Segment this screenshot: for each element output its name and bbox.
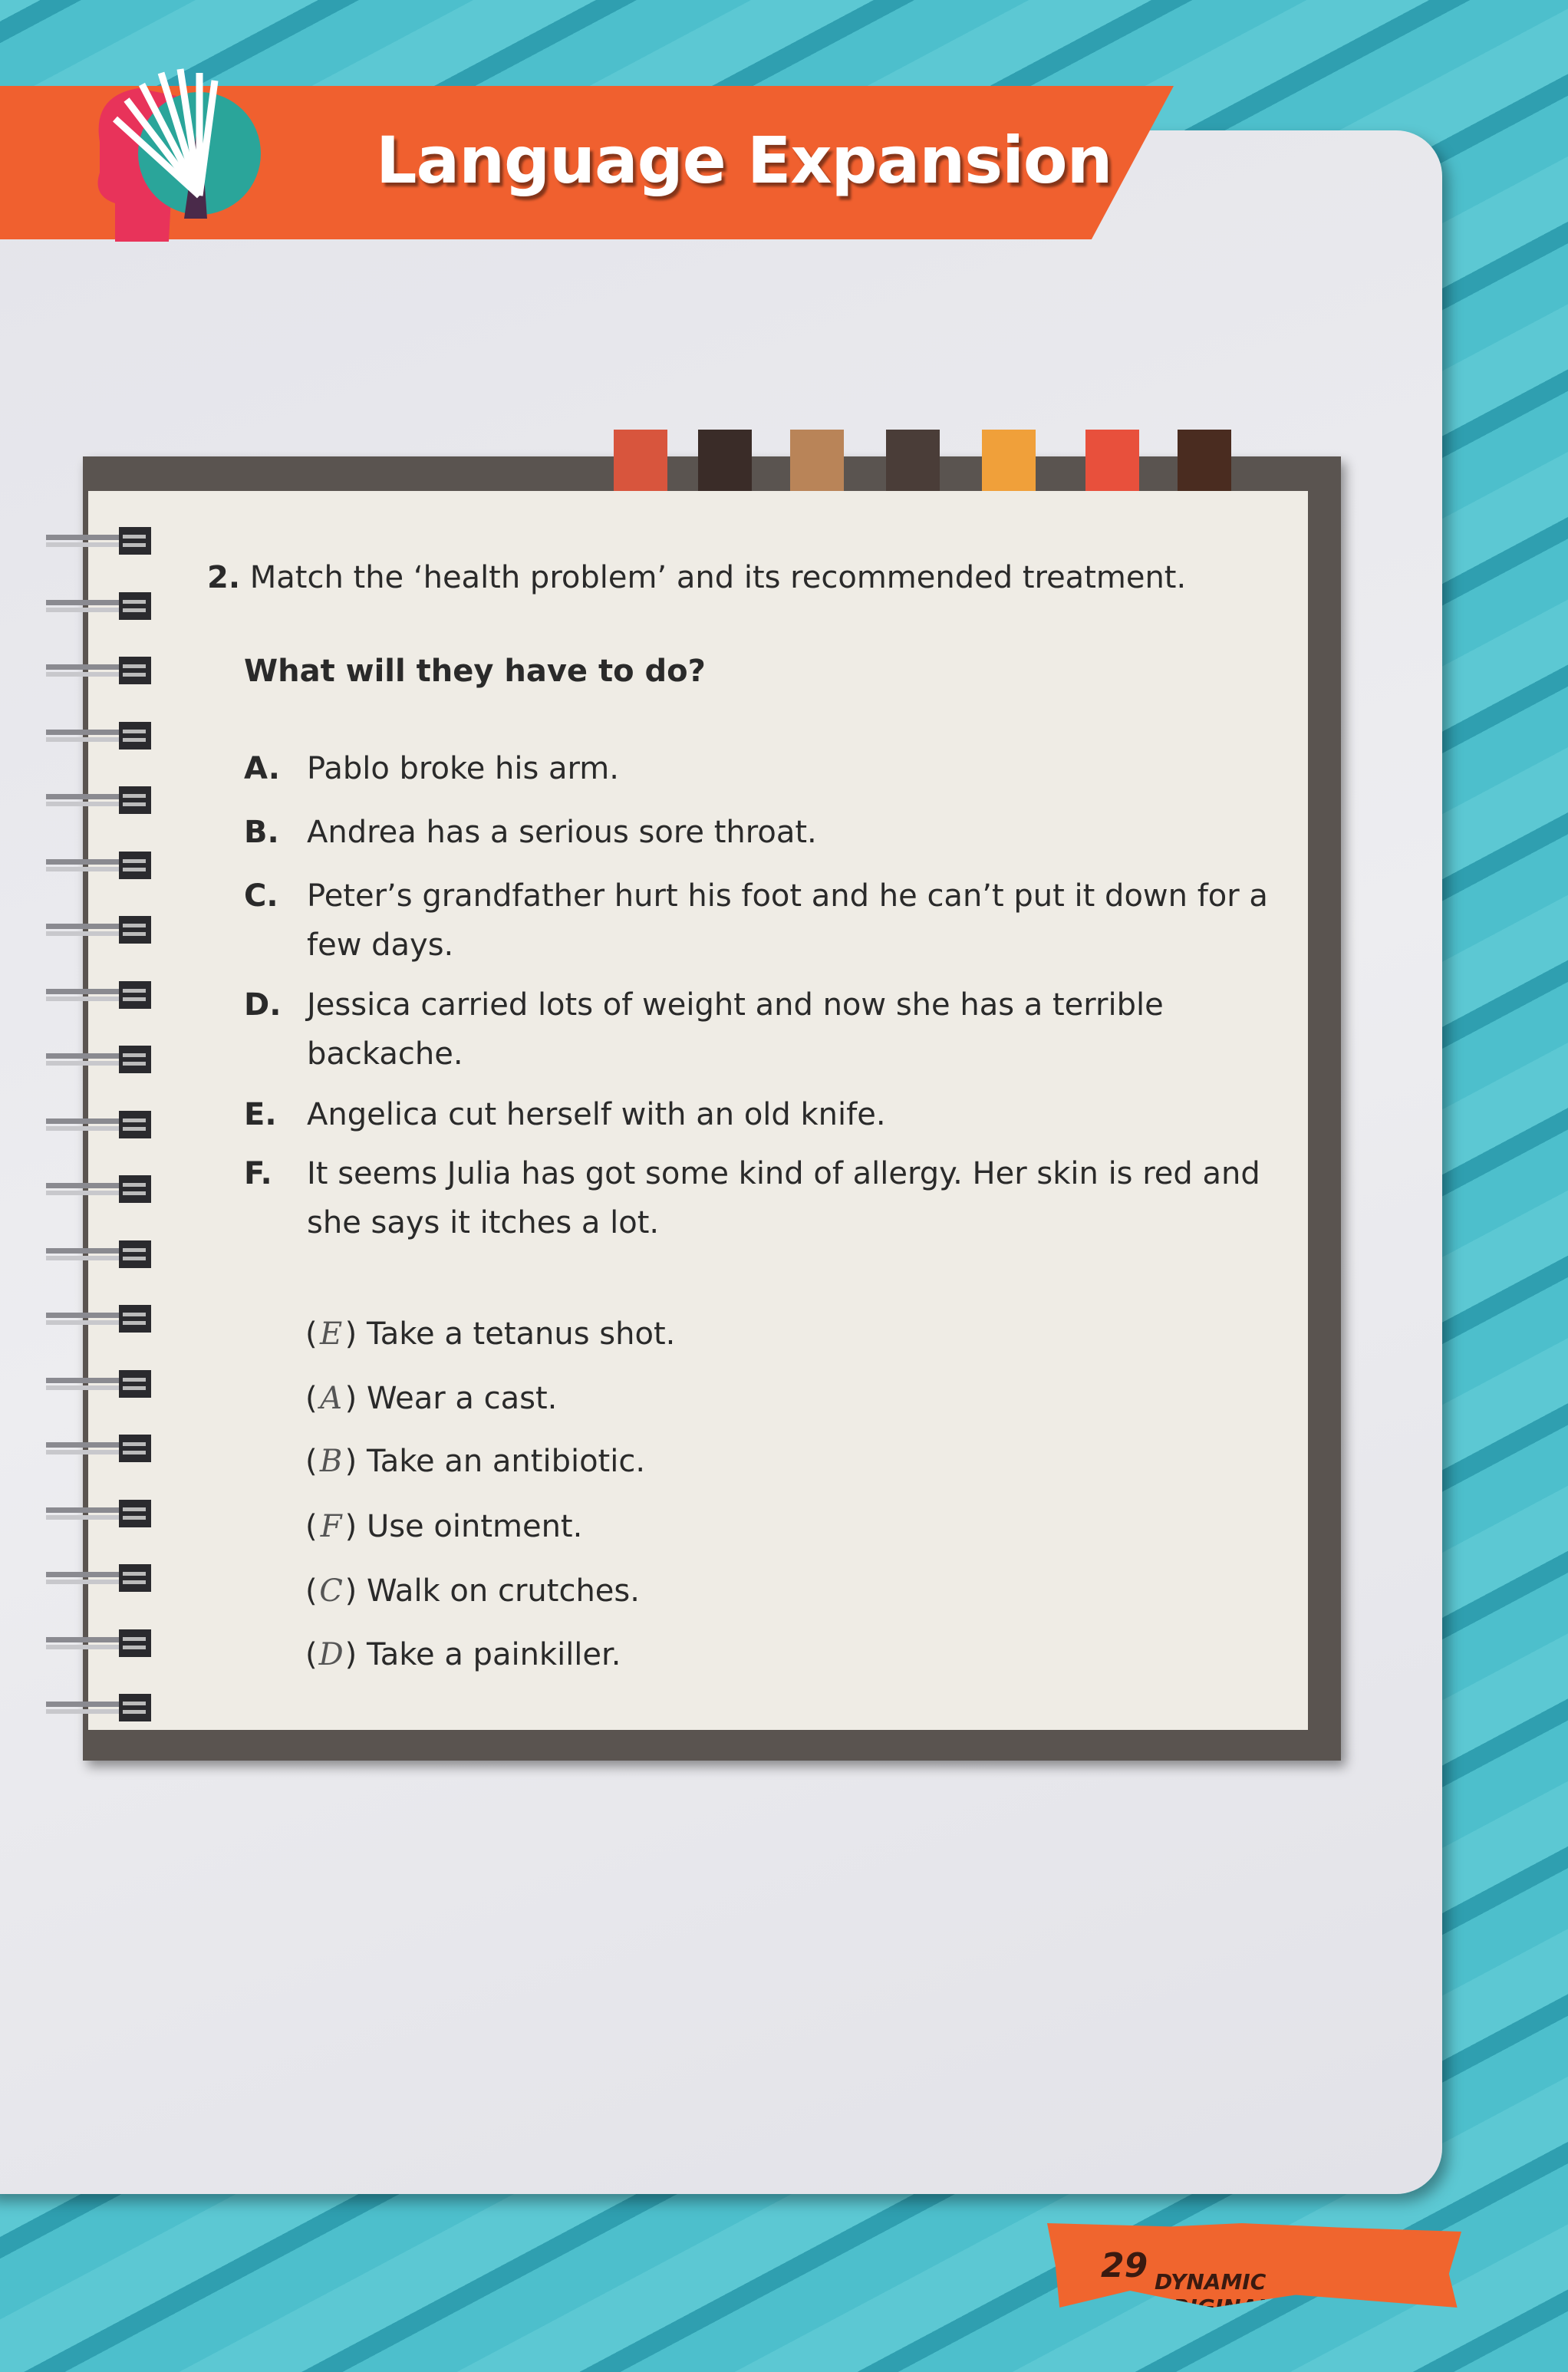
spiral-ring (46, 655, 153, 686)
treatment-item: (E) Take a tetanus shot. (305, 1316, 676, 1352)
item-text: Peter’s grandfather hurt his foot and he… (307, 878, 1268, 963)
answer-field[interactable]: D (318, 1637, 345, 1672)
spiral-ring (46, 980, 153, 1010)
tab-marker (1178, 430, 1231, 499)
problem-item: E. Angelica cut herself with an old knife… (244, 1090, 1304, 1139)
treatment-text: Walk on crutches. (366, 1573, 640, 1609)
item-text: Pablo broke his arm. (307, 751, 619, 786)
spiral-ring (46, 850, 153, 881)
instruction-text: Match the ‘health problem’ and its recom… (249, 560, 1187, 595)
spiral-ring (46, 525, 153, 556)
treatment-item: (D) Take a painkiller. (305, 1637, 621, 1672)
treatment-text: Wear a cast. (366, 1381, 558, 1416)
item-letter: A. (244, 751, 280, 786)
page-footer: DYNAMIC ORIGINALS 4 - U1B # 29 (1047, 2223, 1461, 2308)
spiral-ring (46, 1692, 153, 1723)
problem-item: F. It seems Julia has got some kind of al… (244, 1149, 1304, 1247)
item-text: Jessica carried lots of weight and now s… (307, 987, 1164, 1072)
item-text: Andrea has a serious sore throat. (307, 815, 817, 850)
spiral-ring (46, 1563, 153, 1593)
spiral-ring (46, 914, 153, 945)
answer-field[interactable]: C (318, 1573, 345, 1609)
item-text: Angelica cut herself with an old knife. (307, 1097, 886, 1132)
item-letter: B. (244, 815, 279, 850)
spiral-ring (46, 785, 153, 815)
tab-marker (1085, 430, 1139, 499)
spiral-ring (46, 720, 153, 751)
spiral-ring (46, 1044, 153, 1075)
exercise-number: 2. (207, 560, 241, 595)
item-text: It seems Julia has got some kind of alle… (307, 1156, 1260, 1240)
tab-marker (886, 430, 940, 499)
head-book-logo-icon (97, 68, 261, 242)
treatment-item: (A) Wear a cast. (305, 1381, 558, 1416)
problem-item: D. Jessica carried lots of weight and now… (244, 980, 1304, 1079)
answer-field[interactable]: E (318, 1316, 345, 1352)
spiral-ring (46, 1369, 153, 1399)
treatment-item: (F) Use ointment. (305, 1509, 583, 1544)
page-number: 29 (1101, 2246, 1148, 2285)
item-letter: C. (244, 878, 278, 914)
exercise-instruction: 2. Match the ‘health problem’ and its re… (207, 560, 1186, 595)
answer-field[interactable]: A (318, 1381, 345, 1416)
tab-marker (982, 430, 1036, 499)
spiral-ring (46, 1174, 153, 1204)
spiral-ring (46, 591, 153, 621)
spiral-ring (46, 1433, 153, 1464)
spiral-ring (46, 1109, 153, 1140)
problem-item: B. Andrea has a serious sore throat. (244, 808, 1304, 857)
page-title: Language Expansion (376, 123, 1112, 198)
problem-item: A. Pablo broke his arm. (244, 744, 1304, 793)
item-letter: E. (244, 1097, 277, 1132)
tab-marker (614, 430, 667, 499)
answer-field[interactable]: B (318, 1444, 345, 1479)
spiral-ring (46, 1498, 153, 1529)
treatment-text: Use ointment. (366, 1509, 583, 1544)
item-letter: F. (244, 1156, 272, 1191)
problem-item: C. Peter’s grandfather hurt his foot and … (244, 871, 1304, 970)
answer-field[interactable]: F (318, 1509, 345, 1544)
treatment-text: Take a painkiller. (366, 1637, 621, 1672)
treatment-item: (C) Walk on crutches. (305, 1573, 640, 1609)
spiral-ring (46, 1303, 153, 1334)
tab-marker (698, 430, 752, 499)
spiral-ring (46, 1628, 153, 1659)
treatment-text: Take an antibiotic. (366, 1444, 646, 1479)
treatment-item: (B) Take an antibiotic. (305, 1444, 646, 1479)
spiral-ring (46, 1239, 153, 1270)
footer-label: DYNAMIC ORIGINALS 4 - U1B # (1155, 2269, 1287, 2345)
treatment-text: Take a tetanus shot. (366, 1316, 676, 1352)
tab-marker (790, 430, 844, 499)
item-letter: D. (244, 987, 282, 1023)
subheading: What will they have to do? (244, 654, 706, 689)
